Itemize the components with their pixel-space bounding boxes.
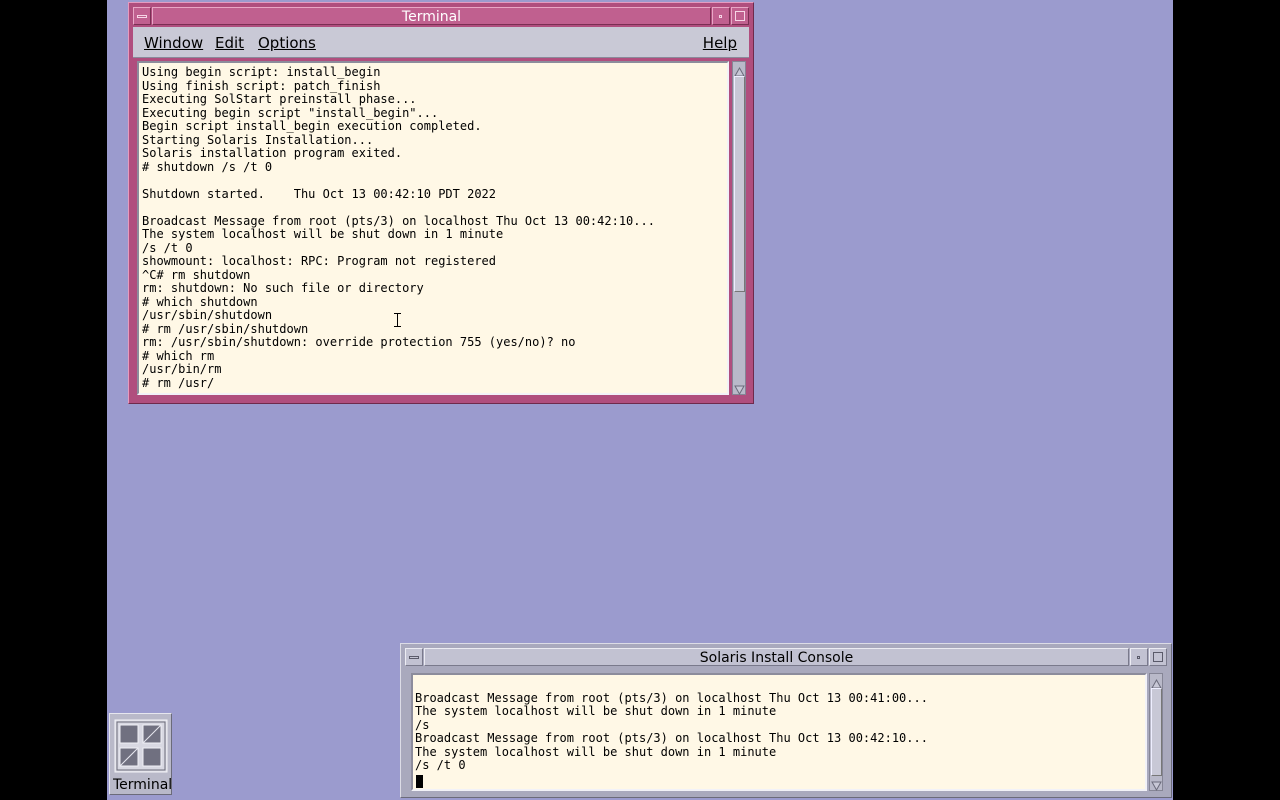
terminal-window-icon [114, 719, 168, 773]
output-line: ^C# rm shutdown [142, 267, 251, 282]
console-scroll-down-button[interactable] [1151, 777, 1162, 792]
console-minimize-button[interactable] [1130, 648, 1148, 666]
console-title[interactable]: Solaris Install Console [424, 648, 1129, 666]
minimize-icon [1137, 656, 1140, 659]
scroll-down-button[interactable] [734, 381, 745, 396]
output-line: The system localhost will be shut down i… [142, 227, 504, 241]
output-line: rm: /usr/sbin/shutdown: override protect… [142, 335, 576, 349]
output-line: showmount: localhost: RPC: Program not r… [142, 254, 497, 268]
output-line: /usr/bin/rm [142, 362, 222, 376]
output-line: Solaris installation program exited. [142, 146, 403, 160]
menu-window-label: Window [144, 34, 204, 52]
console-scroll-thumb[interactable] [1151, 688, 1162, 776]
minimize-button[interactable] [712, 7, 730, 25]
maximize-icon [735, 11, 745, 21]
console-text-area[interactable]: Broadcast Message from root (pts/3) on l… [411, 673, 1147, 791]
scroll-down-arrow-icon [734, 385, 745, 396]
output-line: Executing begin script "install_begin"..… [142, 105, 439, 120]
output-line: # shutdown /s /t 0 [142, 159, 273, 174]
menu-window[interactable]: Window [144, 34, 203, 52]
output-line: Using begin script: install_begin [142, 65, 381, 79]
menu-help[interactable]: Help [703, 34, 737, 52]
scroll-up-button[interactable] [734, 63, 745, 77]
window-menu-icon [137, 15, 147, 18]
desktop-icon-label: Terminal [113, 777, 171, 793]
output-line: The system localhost will be shut down i… [415, 744, 777, 759]
console-titlebar: Solaris Install Console [405, 648, 1167, 666]
scroll-down-arrow-icon [1151, 781, 1162, 792]
output-line: # which shutdown [142, 294, 258, 309]
output-line: rm: shutdown: No such file or directory [142, 281, 424, 295]
menu-edit[interactable]: Edit [215, 34, 244, 52]
output-line: /s /t 0 [415, 758, 466, 772]
menu-help-label: Help [702, 34, 737, 52]
output-line: The system localhost will be shut down i… [415, 704, 777, 718]
console-scroll-up-button[interactable] [1151, 675, 1162, 689]
output-line: /s [415, 717, 430, 732]
output-line: Broadcast Message from root (pts/3) on l… [142, 213, 655, 228]
terminal-desktop-icon[interactable]: Terminal [109, 713, 172, 795]
install-console-window: Solaris Install Console Broadcast Messag… [400, 643, 1172, 798]
console-window-menu-button[interactable] [405, 648, 423, 666]
output-line: Begin script install_begin execution com… [142, 119, 482, 133]
output-line: # rm /usr/ [142, 375, 215, 390]
window-menu-icon [409, 656, 419, 659]
output-line: Broadcast Message from root (pts/3) on l… [415, 731, 928, 745]
output-line: Starting Solaris Installation... [142, 132, 374, 147]
window-menu-button[interactable] [133, 7, 151, 25]
console-maximize-button[interactable] [1149, 648, 1167, 666]
output-line: Broadcast Message from root (pts/3) on l… [415, 690, 928, 705]
terminal-window: Terminal Window Edit Options Help Using … [128, 2, 754, 404]
output-line: Shutdown started. Thu Oct 13 00:42:10 PD… [142, 186, 497, 201]
scroll-thumb[interactable] [734, 76, 745, 292]
console-scrollbar[interactable] [1149, 673, 1163, 792]
minimize-icon [719, 15, 722, 18]
output-line: Using finish script: patch_finish [142, 78, 381, 93]
terminal-titlebar: Terminal [133, 7, 749, 25]
menu-options-label: Options [258, 34, 316, 52]
terminal-output: Using begin script: install_begin Using f… [142, 65, 655, 390]
menu-options[interactable]: Options [258, 34, 316, 52]
terminal-menubar: Window Edit Options Help [133, 27, 749, 58]
console-output: Broadcast Message from root (pts/3) on l… [415, 678, 928, 773]
maximize-button[interactable] [731, 7, 749, 25]
output-line: /s /t 0 [142, 240, 193, 255]
output-line: Executing SolStart preinstall phase... [142, 92, 417, 106]
text-cursor-ibeam-icon [394, 313, 401, 327]
maximize-icon [1153, 652, 1163, 662]
terminal-title[interactable]: Terminal [152, 7, 711, 25]
menu-edit-label: Edit [215, 34, 245, 52]
output-line: # which rm [142, 348, 215, 363]
terminal-scrollbar[interactable] [732, 61, 746, 396]
console-block-cursor [416, 775, 423, 788]
terminal-text-area[interactable]: Using begin script: install_begin Using f… [137, 61, 729, 395]
